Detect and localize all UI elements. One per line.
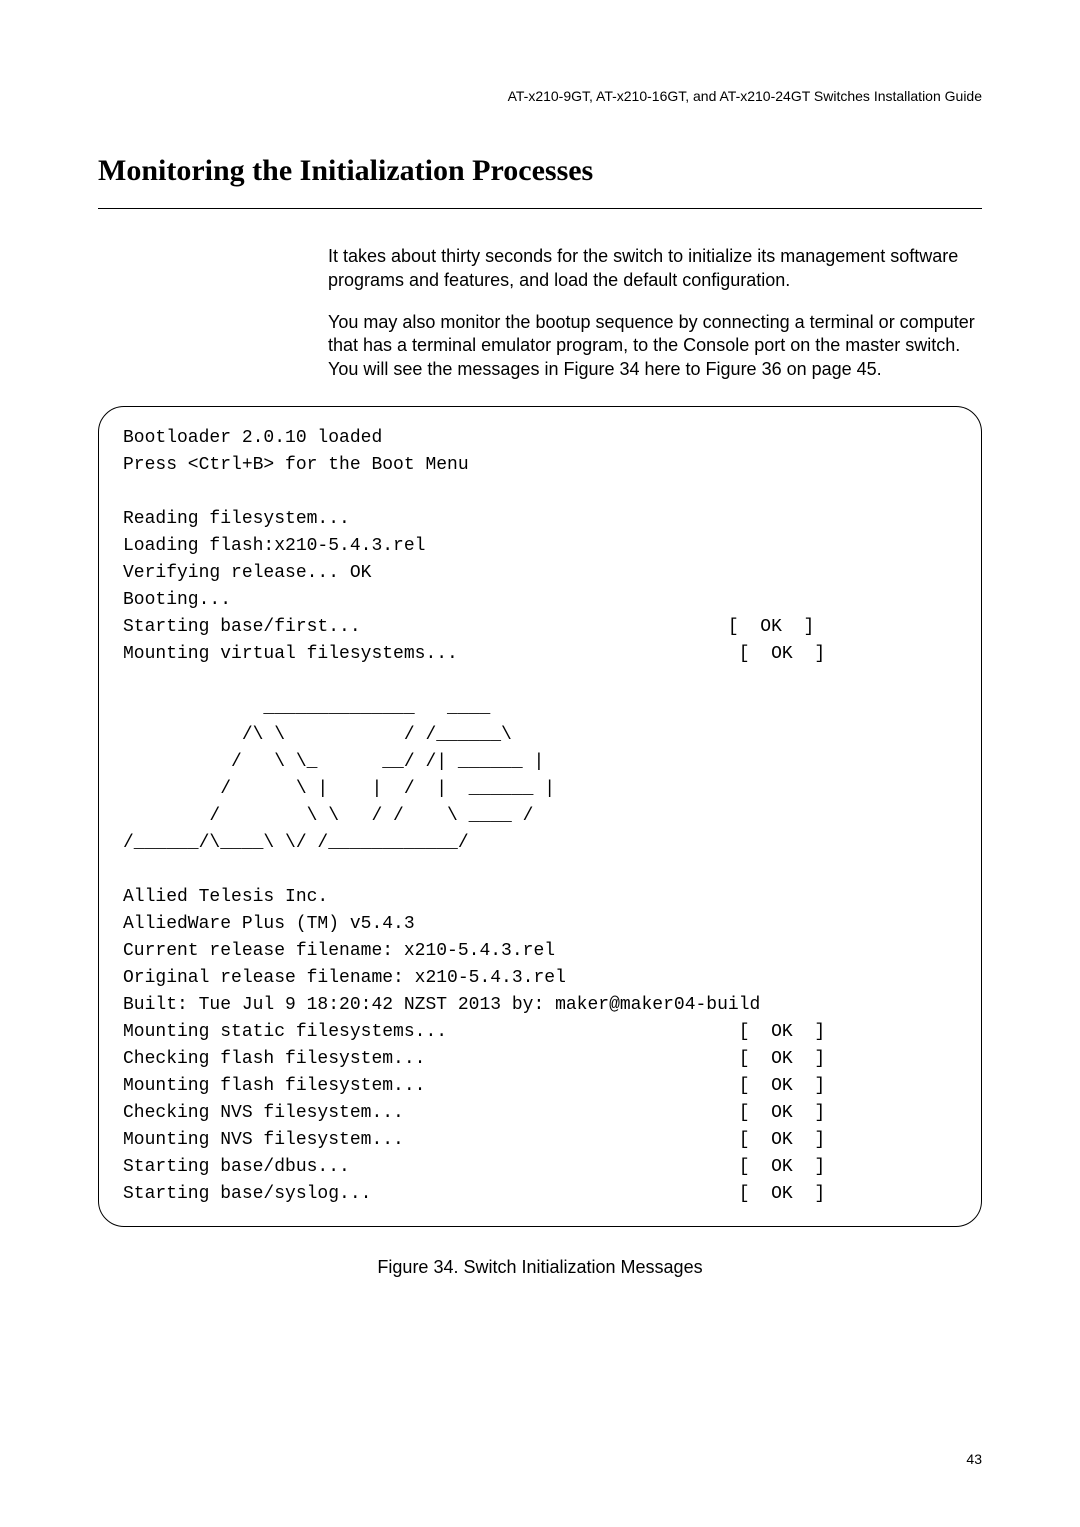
body-text: It takes about thirty seconds for the sw…: [328, 245, 978, 382]
running-header: AT-x210-9GT, AT-x210-16GT, and AT-x210-2…: [508, 88, 982, 104]
body-paragraph-2: You may also monitor the bootup sequence…: [328, 311, 978, 382]
section-title: Monitoring the Initialization Processes: [98, 154, 982, 188]
terminal-output-box: Bootloader 2.0.10 loaded Press <Ctrl+B> …: [98, 406, 982, 1227]
page: AT-x210-9GT, AT-x210-16GT, and AT-x210-2…: [0, 0, 1080, 1527]
body-paragraph-1: It takes about thirty seconds for the sw…: [328, 245, 978, 293]
figure-caption: Figure 34. Switch Initialization Message…: [98, 1257, 982, 1278]
section-rule: [98, 208, 982, 209]
terminal-output: Bootloader 2.0.10 loaded Press <Ctrl+B> …: [123, 425, 957, 1208]
page-number: 43: [966, 1451, 982, 1467]
